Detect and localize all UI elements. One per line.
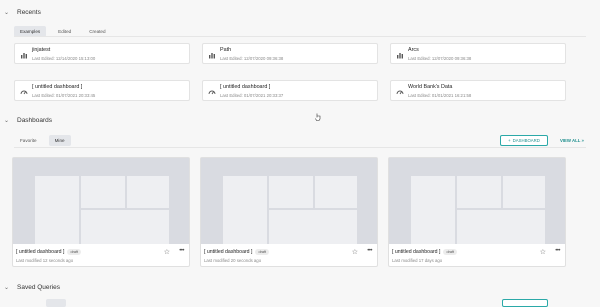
chevron-down-icon: ⌄ (4, 285, 10, 291)
chevron-down-icon: ⌄ (4, 10, 10, 16)
dashboard-card[interactable]: [ untitled dashboard ] draft Last modifi… (388, 157, 566, 267)
add-dashboard-button[interactable]: + DASHBOARD (500, 135, 548, 146)
dashboard-card-title: [ untitled dashboard ] (16, 249, 65, 255)
saved-queries-section-header[interactable]: ⌄ Saved Queries (4, 284, 60, 291)
dashboard-card-title: [ untitled dashboard ] (392, 249, 441, 255)
recent-card-title: [ untitled dashboard ] (220, 84, 271, 90)
more-options-icon[interactable]: ••• (555, 248, 560, 254)
recent-card-subtitle: Last Edited: 12/07/2020 09:36:38 (408, 56, 472, 61)
star-icon[interactable]: ☆ (164, 248, 170, 256)
recent-card[interactable]: Arcs Last Edited: 12/07/2020 09:36:38 (390, 43, 566, 64)
recent-card-subtitle: Last Edited: 01/07/2021 20:33:37 (220, 93, 284, 98)
star-icon[interactable]: ☆ (352, 248, 358, 256)
recent-card-title: World Bank's Data (408, 84, 453, 90)
recent-card[interactable]: Path Last Edited: 12/07/2020 09:36:38 (202, 43, 378, 64)
recent-card-subtitle: Last Edited: 01/01/2021 16:21:58 (408, 93, 472, 98)
draft-badge: draft (443, 249, 458, 255)
bar-chart-icon (397, 53, 403, 59)
dashboard-card-modified: Last modified 12 seconds ago (16, 258, 74, 263)
draft-badge: draft (255, 249, 270, 255)
dashboards-tabs: Favorite Mine (14, 135, 71, 146)
recent-card-title: Path (220, 47, 232, 53)
recent-card-title: Arcs (408, 47, 419, 53)
recent-card[interactable]: jinjatest Last Edited: 12/14/2020 15:13:… (14, 43, 190, 64)
recent-card-title: [ untitled dashboard ] (32, 84, 83, 90)
dashboards-title: Dashboards (17, 117, 53, 124)
recent-card-title: jinjatest (32, 47, 51, 53)
view-all-link[interactable]: VIEW ALL » (560, 138, 584, 143)
dashboard-gauge-icon (208, 90, 216, 95)
more-options-icon[interactable]: ••• (367, 248, 372, 254)
dashboard-card-modified: Last modified 17 days ago (392, 258, 443, 263)
dashboard-thumbnail (389, 158, 565, 244)
add-query-button[interactable] (502, 299, 548, 307)
more-options-icon[interactable]: ••• (179, 248, 184, 254)
dashboard-card-modified: Last modified 20 seconds ago (204, 258, 262, 263)
recent-card[interactable]: [ untitled dashboard ] Last Edited: 01/0… (202, 80, 378, 101)
recent-card-subtitle: Last Edited: 12/07/2020 09:36:38 (220, 56, 284, 61)
dashboard-gauge-icon (396, 90, 404, 95)
hand-cursor-icon (315, 113, 321, 121)
dashboards-divider (14, 147, 586, 148)
recent-card[interactable]: [ untitled dashboard ] Last Edited: 01/0… (14, 80, 190, 101)
tab-favorite[interactable]: Favorite (14, 135, 43, 146)
plus-icon: + (508, 138, 511, 143)
draft-badge: draft (67, 249, 82, 255)
add-dashboard-label: DASHBOARD (512, 138, 540, 143)
dashboards-section-header[interactable]: ⌄ Dashboards (4, 117, 52, 124)
chevron-down-icon: ⌄ (4, 118, 10, 124)
star-icon[interactable]: ☆ (540, 248, 546, 256)
recent-card[interactable]: World Bank's Data Last Edited: 01/01/202… (390, 80, 566, 101)
saved-queries-title: Saved Queries (17, 284, 60, 291)
recents-section-header[interactable]: ⌄ Recents (4, 9, 41, 16)
dashboard-card[interactable]: [ untitled dashboard ] draft Last modifi… (200, 157, 378, 267)
saved-queries-tab-active[interactable] (46, 299, 66, 307)
recents-title: Recents (17, 9, 41, 16)
dashboard-card[interactable]: [ untitled dashboard ] draft Last modifi… (12, 157, 190, 267)
recent-card-subtitle: Last Edited: 01/07/2021 20:33:45 (32, 93, 96, 98)
dashboard-thumbnail (201, 158, 377, 244)
recents-divider (14, 36, 586, 37)
bar-chart-icon (209, 53, 215, 59)
recent-card-subtitle: Last Edited: 12/14/2020 15:13:00 (32, 56, 96, 61)
dashboard-card-title: [ untitled dashboard ] (204, 249, 253, 255)
dashboard-thumbnail (13, 158, 189, 244)
bar-chart-icon (21, 53, 27, 59)
dashboard-gauge-icon (20, 90, 28, 95)
tab-mine[interactable]: Mine (48, 135, 71, 146)
